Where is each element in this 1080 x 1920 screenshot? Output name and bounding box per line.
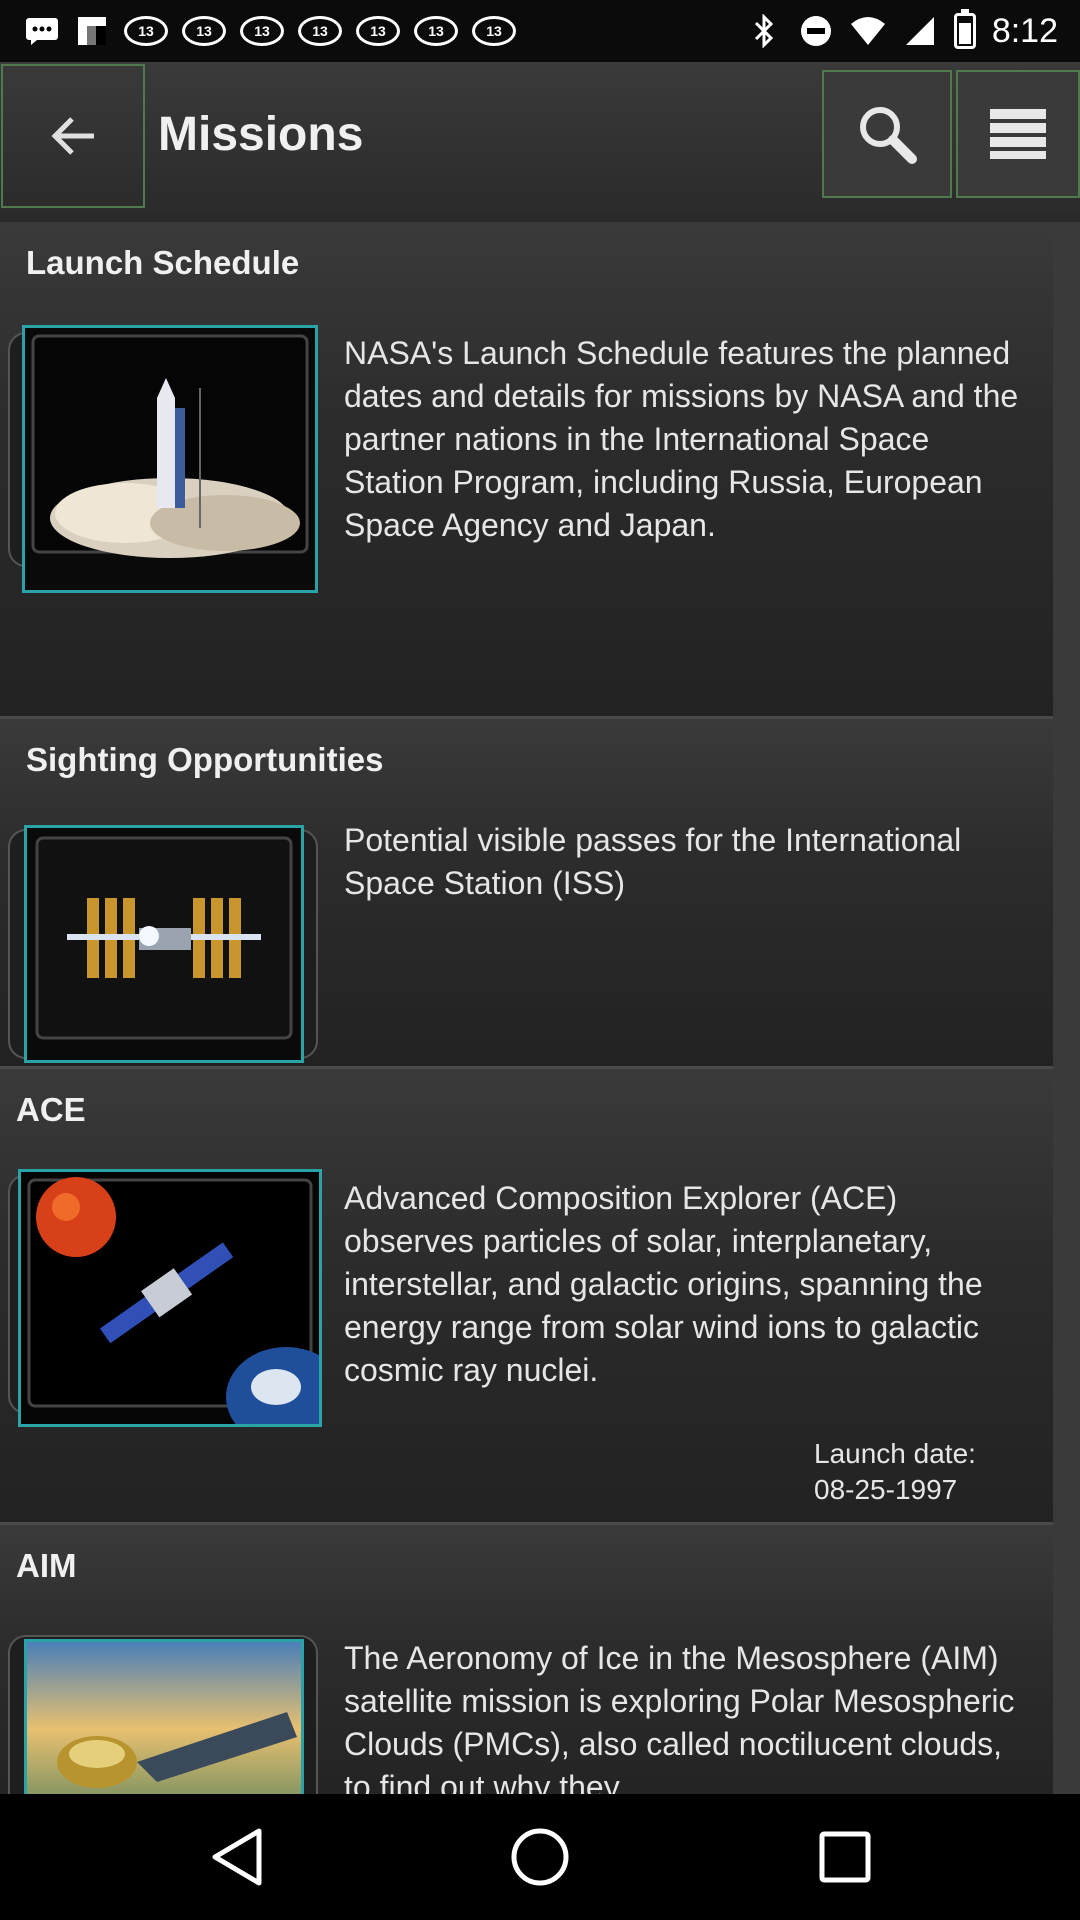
list-item[interactable]: AIM The Aeronomy of Ice in the Mesospher… — [0, 1525, 1053, 1794]
nav-recents-button[interactable] — [812, 1824, 878, 1890]
aim-thumbnail — [24, 1639, 304, 1794]
nav-back-button[interactable] — [204, 1824, 270, 1890]
page-title: Missions — [158, 108, 364, 161]
news-badge-icon: 13 — [240, 16, 284, 46]
launch-schedule-thumbnail — [22, 325, 318, 593]
circle-home-icon — [511, 1828, 569, 1886]
bluetooth-icon — [746, 14, 782, 48]
list-menu-icon — [990, 109, 1046, 159]
square-recents-icon — [819, 1831, 871, 1883]
back-button[interactable] — [1, 64, 145, 208]
signal-icon — [902, 15, 938, 47]
nav-home-button[interactable] — [507, 1824, 573, 1890]
search-button[interactable] — [822, 70, 952, 198]
section-title: ACE — [16, 1091, 86, 1128]
section-description: NASA's Launch Schedule features the plan… — [344, 335, 1019, 543]
section-title: AIM — [16, 1547, 77, 1584]
arrow-left-icon — [51, 117, 94, 155]
search-icon — [860, 107, 917, 164]
section-title: Launch Schedule — [26, 244, 300, 281]
list-item[interactable]: Launch Schedule NASA's Launch Schedule f… — [0, 222, 1053, 719]
section-description: Potential visible passes for the Interna… — [344, 822, 962, 901]
wifi-icon — [850, 15, 886, 47]
launch-date-value: 08-25-1997 — [814, 1474, 958, 1505]
section-description: The Aeronomy of Ice in the Mesosphere (A… — [344, 1640, 1015, 1794]
battery-icon — [953, 9, 976, 49]
news-badge-icon: 13 — [414, 16, 458, 46]
system-nav-bar — [0, 1794, 1080, 1920]
do-not-disturb-icon — [798, 15, 834, 47]
missions-list[interactable]: Launch Schedule NASA's Launch Schedule f… — [0, 222, 1053, 1794]
app-bar: Missions — [0, 62, 1080, 212]
section-title: Sighting Opportunities — [26, 741, 384, 778]
flipboard-icon — [74, 15, 110, 47]
news-badge-icon: 13 — [472, 16, 516, 46]
news-badge-icon: 13 — [298, 16, 342, 46]
scroll-track[interactable] — [1053, 222, 1080, 1794]
menu-button[interactable] — [956, 70, 1080, 198]
triangle-back-icon — [212, 1828, 262, 1886]
message-icon — [24, 15, 60, 47]
iss-thumbnail — [24, 825, 304, 1063]
news-badge-icon: 13 — [356, 16, 400, 46]
list-item[interactable]: Sighting Opportunities Potential visible… — [0, 719, 1053, 1069]
status-time: 8:12 — [991, 11, 1058, 50]
list-item[interactable]: ACE Advanced Composition Explorer (ACE) … — [0, 1069, 1053, 1525]
launch-date-label: Launch date: — [814, 1438, 976, 1469]
news-badge-icon: 13 — [182, 16, 226, 46]
ace-thumbnail — [18, 1169, 322, 1427]
news-badge-icon: 13 — [124, 16, 168, 46]
status-bar: 13 13 13 13 13 13 13 8:12 — [0, 0, 1080, 62]
section-description: Advanced Composition Explorer (ACE) obse… — [344, 1180, 983, 1388]
